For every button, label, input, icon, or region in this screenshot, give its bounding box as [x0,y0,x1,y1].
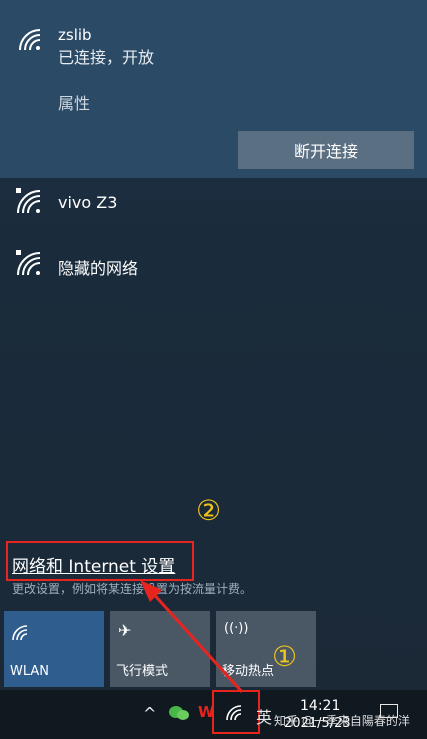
annotation-arrow [140,580,244,694]
